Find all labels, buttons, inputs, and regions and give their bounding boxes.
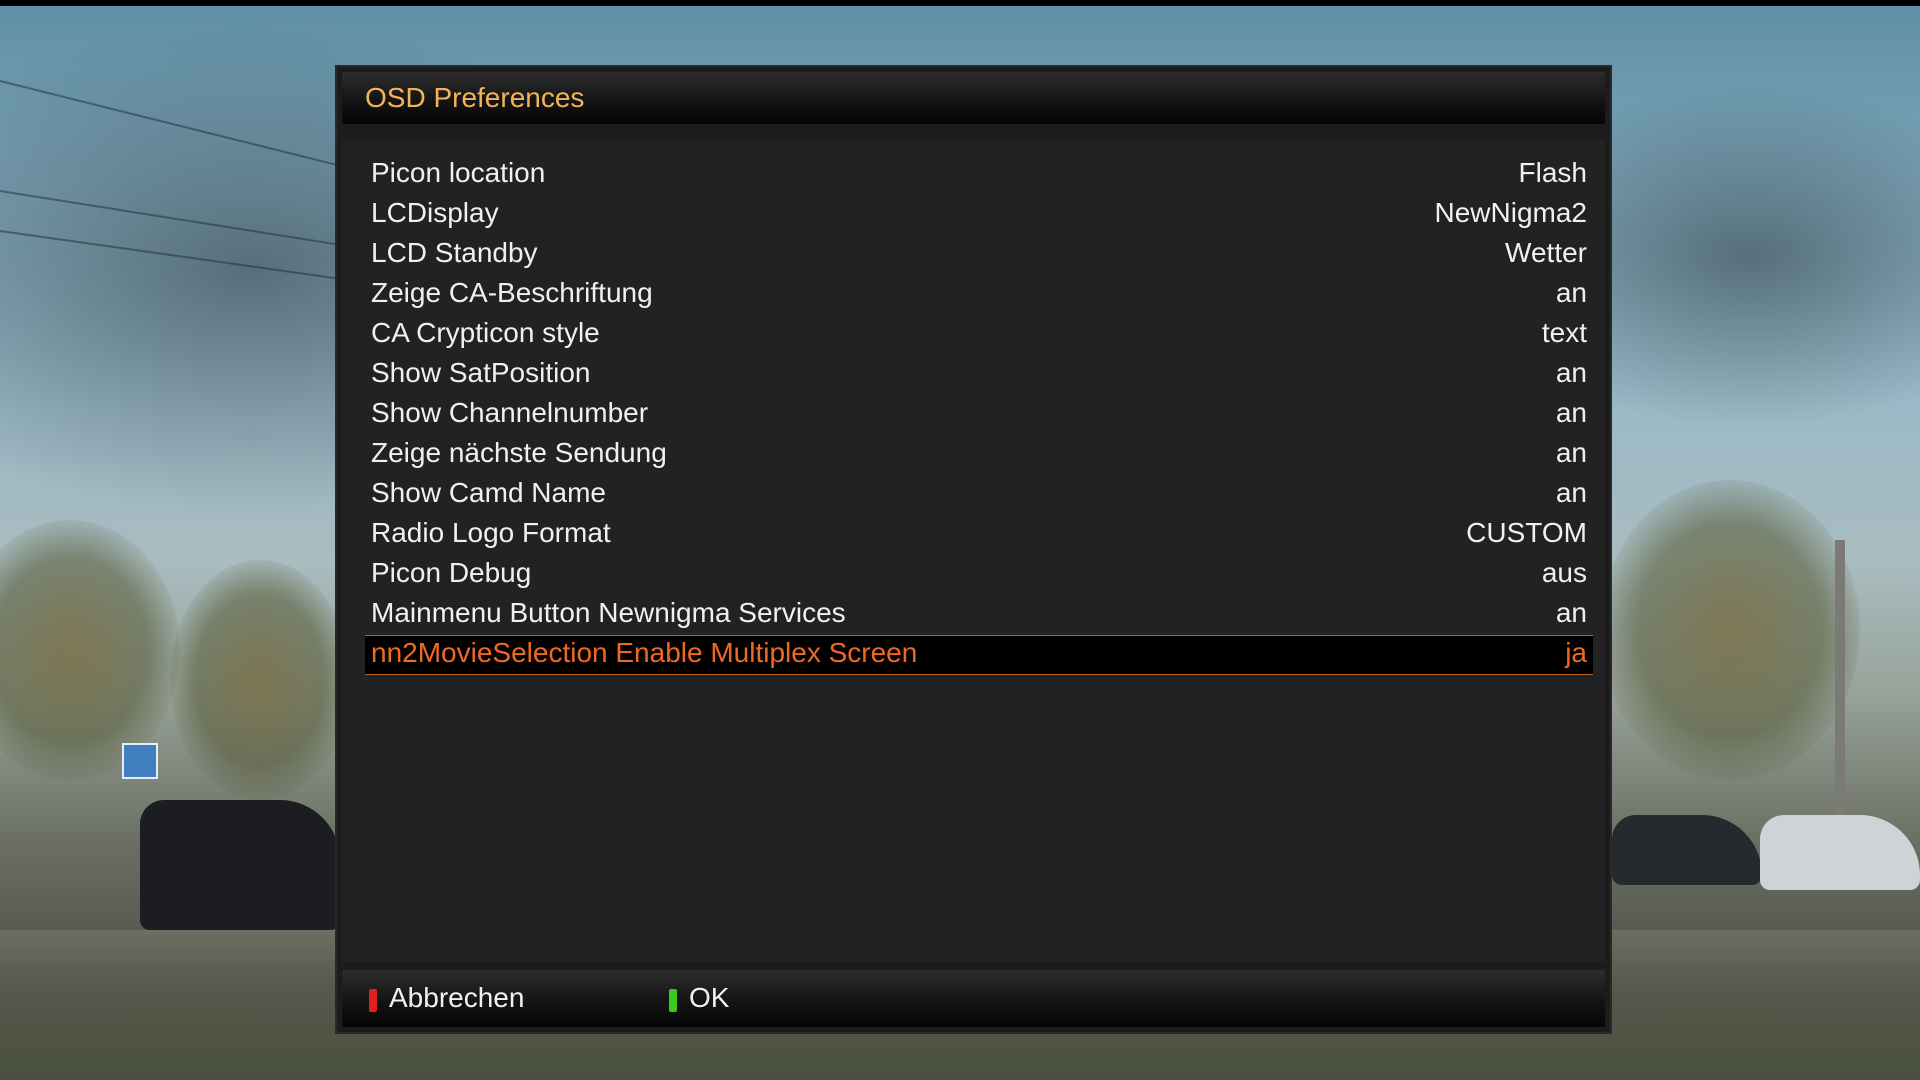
setting-label: Zeige CA-Beschriftung	[371, 277, 653, 308]
setting-value: text	[1541, 317, 1587, 348]
setting-label: Show SatPosition	[371, 357, 591, 388]
setting-label: Picon Debug	[371, 557, 532, 588]
setting-row-lcdisplay[interactable]: LCDisplay NewNigma2	[365, 196, 1593, 234]
tree	[0, 520, 180, 780]
ok-button-label: OK	[689, 982, 730, 1013]
setting-row-radio-logo-format[interactable]: Radio Logo Format CUSTOM	[365, 516, 1593, 554]
green-key-icon	[669, 989, 677, 1012]
setting-row-mainmenu-button[interactable]: Mainmenu Button Newnigma Services an	[365, 596, 1593, 634]
setting-value: an	[1555, 477, 1587, 508]
setting-value: an	[1555, 597, 1587, 628]
cancel-button-label: Abbrechen	[389, 982, 525, 1013]
setting-label: LCDisplay	[371, 197, 499, 228]
parked-car	[140, 800, 340, 930]
settings-list: Picon location Flash LCDisplay NewNigma2…	[342, 139, 1605, 962]
setting-label: nn2MovieSelection Enable Multiplex Scree…	[371, 637, 918, 668]
setting-label: Zeige nächste Sendung	[371, 437, 667, 468]
pole	[1835, 540, 1845, 840]
setting-label: Show Channelnumber	[371, 397, 649, 428]
dialog-title: OSD Preferences	[365, 82, 585, 113]
parked-car	[1612, 815, 1762, 885]
tree	[170, 560, 350, 800]
setting-label: CA Crypticon style	[371, 317, 600, 348]
setting-row-show-channelnumber[interactable]: Show Channelnumber an	[365, 396, 1593, 434]
osd-preferences-dialog: OSD Preferences Picon location Flash LCD…	[337, 67, 1610, 1032]
parked-car	[1760, 815, 1920, 890]
setting-row-multiplex-screen-selected[interactable]: nn2MovieSelection Enable Multiplex Scree…	[365, 635, 1593, 675]
setting-row-show-camd-name[interactable]: Show Camd Name an	[365, 476, 1593, 514]
dialog-title-bar: OSD Preferences	[342, 72, 1605, 124]
setting-value: NewNigma2	[1434, 197, 1588, 228]
top-black-strip	[0, 0, 1920, 6]
setting-row-ca-crypticon-style[interactable]: CA Crypticon style text	[365, 316, 1593, 354]
setting-value: an	[1555, 357, 1587, 388]
setting-label: LCD Standby	[371, 237, 538, 268]
setting-value: an	[1555, 437, 1587, 468]
setting-value: Wetter	[1505, 237, 1587, 268]
setting-label: Show Camd Name	[371, 477, 606, 508]
setting-row-picon-debug[interactable]: Picon Debug aus	[365, 556, 1593, 594]
setting-value: an	[1555, 397, 1587, 428]
setting-row-show-satposition[interactable]: Show SatPosition an	[365, 356, 1593, 394]
setting-label: Picon location	[371, 157, 546, 188]
red-key-icon	[369, 989, 377, 1012]
crosswalk-sign	[122, 743, 158, 779]
setting-row-lcd-standby[interactable]: LCD Standby Wetter	[365, 236, 1593, 274]
setting-value: CUSTOM	[1466, 517, 1587, 548]
setting-label: Mainmenu Button Newnigma Services	[371, 597, 846, 628]
setting-row-picon-location[interactable]: Picon location Flash	[365, 156, 1593, 194]
button-bar: Abbrechen OK	[342, 970, 1605, 1027]
setting-value: aus	[1541, 557, 1587, 588]
setting-row-ca-label[interactable]: Zeige CA-Beschriftung an	[365, 276, 1593, 314]
setting-label: Radio Logo Format	[371, 517, 611, 548]
setting-value: ja	[1565, 637, 1587, 668]
setting-value: an	[1555, 277, 1587, 308]
setting-row-next-event[interactable]: Zeige nächste Sendung an	[365, 436, 1593, 474]
tree	[1600, 480, 1860, 780]
setting-value: Flash	[1518, 157, 1587, 188]
